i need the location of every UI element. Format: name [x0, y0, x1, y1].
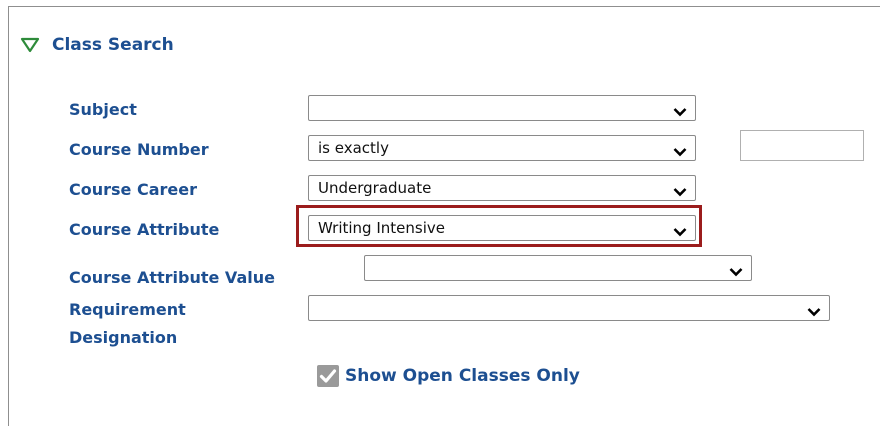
chevron-down-icon	[673, 223, 687, 237]
course-attribute-value-label: Course Attribute Value	[69, 268, 275, 287]
subject-label: Subject	[69, 100, 137, 119]
chevron-down-icon	[673, 143, 687, 157]
show-open-classes-row: Show Open Classes Only	[317, 365, 580, 387]
requirement-designation-label-line1: Requirement	[69, 300, 186, 319]
course-number-operator-value: is exactly	[318, 139, 389, 157]
course-number-input[interactable]	[740, 130, 864, 161]
course-number-operator-select[interactable]: is exactly	[308, 135, 696, 161]
requirement-designation-select[interactable]	[308, 295, 830, 321]
course-career-label: Course Career	[69, 180, 197, 199]
chevron-down-icon	[807, 303, 821, 317]
checkmark-icon	[319, 369, 337, 383]
course-attribute-value: Writing Intensive	[318, 219, 445, 237]
chevron-down-icon	[673, 103, 687, 117]
course-attribute-select[interactable]: Writing Intensive	[308, 215, 696, 241]
course-career-value: Undergraduate	[318, 179, 432, 197]
chevron-down-icon	[729, 263, 743, 277]
triangle-down-icon[interactable]	[20, 37, 40, 53]
requirement-designation-label-line2: Designation	[69, 328, 178, 347]
course-attribute-value-select[interactable]	[364, 255, 752, 281]
course-number-label: Course Number	[69, 140, 209, 159]
class-search-header[interactable]: Class Search	[20, 35, 174, 55]
section-title: Class Search	[52, 35, 174, 55]
show-open-classes-label[interactable]: Show Open Classes Only	[345, 366, 580, 386]
chevron-down-icon	[673, 183, 687, 197]
show-open-classes-checkbox[interactable]	[317, 365, 339, 387]
course-attribute-label: Course Attribute	[69, 220, 220, 239]
subject-select[interactable]	[308, 95, 696, 121]
course-career-select[interactable]: Undergraduate	[308, 175, 696, 201]
